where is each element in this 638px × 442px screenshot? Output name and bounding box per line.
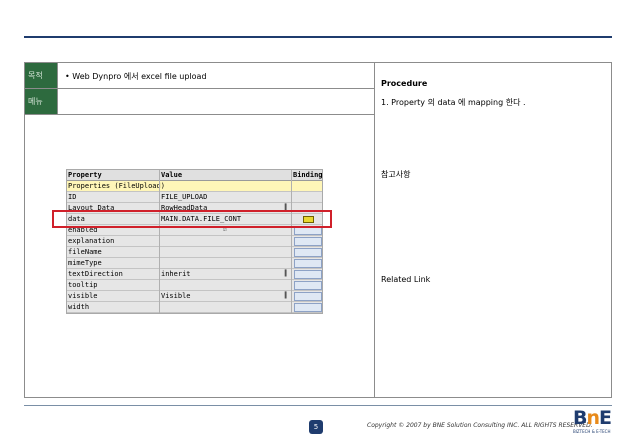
cell-property: Properties (FileUpload) [68, 182, 165, 190]
purpose-description: Web Dynpro 에서 excel file upload [72, 72, 207, 81]
binding-button[interactable] [294, 237, 322, 246]
cell-value: inherit [161, 270, 191, 278]
dropdown-icon[interactable]: ▐ [283, 292, 287, 299]
table-row[interactable]: visible Visible ▐ [67, 291, 322, 302]
purpose-text: • Web Dynpro 에서 excel file upload [65, 71, 207, 82]
cell-value: Visible [161, 292, 191, 300]
menu-value-cell [57, 89, 374, 115]
table-row[interactable]: explanation [67, 236, 322, 247]
purpose-label: 목적 [28, 71, 43, 80]
dropdown-icon[interactable]: ▐ [283, 270, 287, 277]
purpose-value-cell: • Web Dynpro 에서 excel file upload [57, 63, 374, 89]
cell-property: tooltip [68, 281, 98, 289]
procedure-title: Procedure [381, 79, 428, 88]
logo-letters: BnE [573, 407, 612, 429]
binding-button[interactable] [294, 281, 322, 290]
cell-property: explanation [68, 237, 115, 245]
procedure-step: 1. Property 의 data 에 mapping 한다 . [381, 98, 526, 107]
header-rule [24, 36, 612, 38]
company-logo: BnE BIZTECH & E-TECH [573, 407, 621, 437]
table-row[interactable]: width [67, 302, 322, 313]
data-row-highlight [52, 210, 332, 228]
cell-property: textDirection [68, 270, 123, 278]
column-separator [291, 170, 292, 313]
binding-button[interactable] [294, 248, 322, 257]
purpose-bullet: • [65, 72, 70, 81]
logo-subtext: BIZTECH & E-TECH [573, 429, 611, 434]
binding-button[interactable] [294, 259, 322, 268]
right-panel: Procedure 1. Property 의 data 에 mapping 한… [375, 63, 611, 397]
property-table: Property Value Binding Properties (FileU… [66, 169, 323, 314]
column-separator [159, 170, 160, 313]
table-row[interactable]: textDirection inherit ▐ [67, 269, 322, 280]
header-property: Property [68, 171, 102, 179]
cell-value: FILE_UPLOAD [161, 193, 208, 201]
binding-button[interactable] [294, 292, 322, 301]
binding-button[interactable] [294, 303, 322, 312]
related-link-title: Related Link [381, 275, 431, 284]
header-value: Value [161, 171, 183, 179]
table-row[interactable]: Properties (FileUpload) [67, 181, 322, 192]
table-row[interactable]: tooltip [67, 280, 322, 291]
cell-property: mimeType [68, 259, 102, 267]
menu-label: 메뉴 [28, 97, 43, 106]
page-number: 5 [309, 420, 323, 434]
cell-property: width [68, 303, 90, 311]
table-row[interactable]: fileName [67, 247, 322, 258]
property-table-header: Property Value Binding [67, 170, 323, 181]
purpose-label-cell: 목적 [25, 63, 57, 89]
reference-title: 참고사항 [381, 170, 411, 179]
header-binding: Binding [293, 171, 323, 179]
table-row[interactable]: mimeType [67, 258, 322, 269]
menu-label-cell: 메뉴 [25, 89, 57, 115]
table-row[interactable]: ID FILE_UPLOAD [67, 192, 322, 203]
copyright-text: Copyright © 2007 by BNE Solution Consult… [367, 422, 593, 429]
binding-button[interactable] [294, 270, 322, 279]
cell-property: ID [68, 193, 77, 201]
footer-rule [24, 405, 612, 406]
cell-property: fileName [68, 248, 102, 256]
cell-property: visible [68, 292, 98, 300]
